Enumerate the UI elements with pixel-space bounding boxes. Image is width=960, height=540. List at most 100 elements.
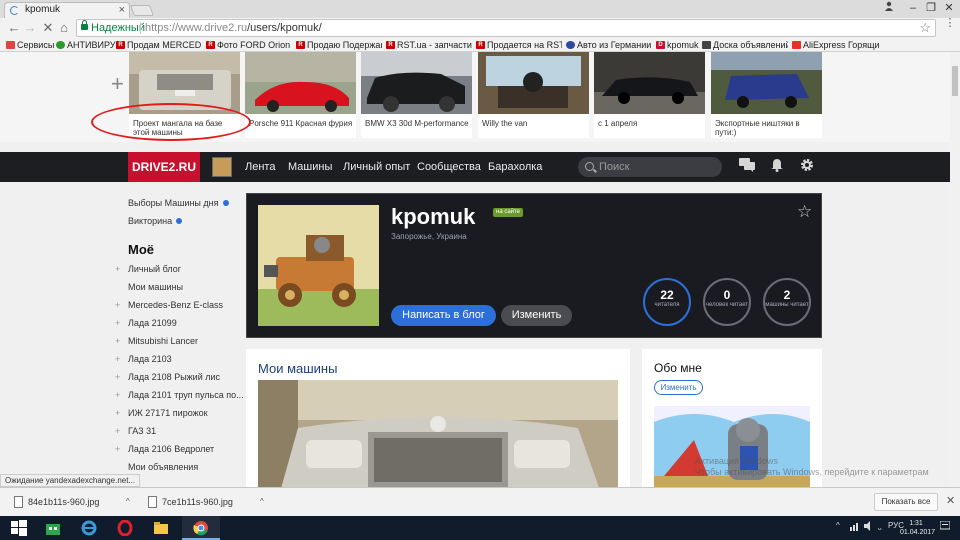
sidebar-item-blog[interactable]: Личный блог bbox=[128, 264, 181, 274]
new-tab-button[interactable] bbox=[129, 5, 155, 16]
site-logo[interactable]: DRIVE2.RU bbox=[128, 152, 200, 182]
bookmark-item[interactable]: Доска объявлений С bbox=[702, 39, 788, 51]
forward-button[interactable]: → bbox=[22, 20, 38, 36]
stat-readers[interactable]: 22 читателя bbox=[643, 278, 691, 326]
bookmark-star-icon[interactable]: ☆ bbox=[919, 20, 931, 36]
keyboard-icon[interactable]: ⎵ bbox=[878, 521, 881, 531]
plus-icon[interactable]: + bbox=[115, 300, 120, 310]
bookmark-item[interactable]: Авто из Германии, а bbox=[566, 39, 652, 51]
sidebar-item-ads[interactable]: Мои объявления bbox=[128, 462, 198, 472]
plus-icon[interactable]: + bbox=[115, 318, 120, 328]
chrome-icon[interactable] bbox=[182, 516, 220, 540]
bookmark-item[interactable]: R Продаю Подержанн bbox=[296, 39, 382, 51]
opera-icon[interactable] bbox=[106, 516, 144, 540]
sidebar-link-car-of-day[interactable]: Выборы Машины дня bbox=[128, 198, 229, 208]
file-explorer-icon[interactable] bbox=[142, 516, 180, 540]
back-button[interactable]: ← bbox=[6, 20, 22, 36]
stat-following-cars[interactable]: 2 машины читает bbox=[763, 278, 811, 326]
stat-label: человек читает bbox=[705, 302, 749, 308]
lock-icon bbox=[81, 20, 88, 30]
chevron-up-icon[interactable]: ^ bbox=[260, 494, 264, 510]
download-item[interactable]: 7ce1b11s-960.jpg ^ bbox=[138, 494, 268, 510]
plus-icon[interactable]: + bbox=[115, 390, 120, 400]
volume-icon[interactable] bbox=[864, 521, 874, 533]
profile-avatar[interactable] bbox=[258, 205, 379, 326]
sidebar-item-car[interactable]: Mercedes-Benz E-class bbox=[128, 300, 223, 310]
user-icon[interactable] bbox=[876, 0, 902, 16]
sidebar-item-car[interactable]: Mitsubishi Lancer bbox=[128, 336, 198, 346]
plus-icon[interactable]: + bbox=[115, 354, 120, 364]
add-featured-icon[interactable]: + bbox=[111, 73, 124, 95]
stat-following-people[interactable]: 0 человек читает bbox=[703, 278, 751, 326]
tray-arrow-icon[interactable]: ^ bbox=[836, 521, 840, 530]
sidebar-link-quiz[interactable]: Викторина bbox=[128, 216, 183, 226]
about-image[interactable] bbox=[654, 406, 810, 499]
plus-icon[interactable]: + bbox=[115, 336, 120, 346]
clock[interactable]: 1:31 01.04.2017 bbox=[900, 519, 935, 537]
home-button[interactable]: ⌂ bbox=[56, 20, 72, 36]
write-blog-button[interactable]: Написать в блог bbox=[391, 305, 496, 326]
sidebar-item-car[interactable]: ИЖ 27171 пирожок bbox=[128, 408, 208, 418]
edit-profile-button[interactable]: Изменить bbox=[501, 305, 572, 326]
search-placeholder: Поиск bbox=[599, 161, 630, 173]
scrollbar-thumb[interactable] bbox=[952, 66, 958, 96]
featured-thumb[interactable]: с 1 апреля bbox=[594, 52, 705, 138]
notifications-icon[interactable] bbox=[939, 520, 951, 533]
internet-explorer-icon[interactable] bbox=[70, 516, 108, 540]
stop-button[interactable]: ✕ bbox=[40, 20, 56, 36]
bookmark-item[interactable]: Сервисы bbox=[6, 39, 56, 51]
sidebar-item-car[interactable]: Лада 21099 bbox=[128, 318, 177, 328]
olx-icon bbox=[702, 41, 711, 49]
bookmark-item[interactable]: AliExpress Горящие bbox=[792, 39, 880, 51]
featured-thumb[interactable]: Экспортные ништяки в пути:) bbox=[711, 52, 822, 138]
featured-thumb[interactable]: Porsche 911 Красная фурия bbox=[245, 52, 356, 138]
about-title: Обо мне bbox=[654, 361, 702, 375]
start-button[interactable] bbox=[0, 516, 38, 540]
my-cars-title[interactable]: Мои машины bbox=[258, 361, 337, 376]
sidebar-item-car[interactable]: Лада 2106 Ведролет bbox=[128, 444, 214, 454]
about-edit-button[interactable]: Изменить bbox=[654, 380, 703, 395]
gear-icon[interactable] bbox=[799, 158, 815, 176]
address-bar[interactable]: Надежный https://www.drive2.ru/users/kpo… bbox=[76, 19, 936, 37]
sidebar-item-car[interactable]: Лада 2103 bbox=[128, 354, 172, 364]
nav-feed[interactable]: Лента bbox=[245, 152, 275, 182]
browser-tab[interactable]: kpomuk × bbox=[4, 2, 130, 18]
sidebar-item-car[interactable]: Лада 2101 труп пульса по... bbox=[128, 390, 244, 400]
plus-icon[interactable]: + bbox=[115, 426, 120, 436]
tab-close-icon[interactable]: × bbox=[119, 3, 125, 17]
page-scrollbar[interactable] bbox=[950, 52, 960, 488]
sidebar-item-my-cars[interactable]: Мои машины bbox=[128, 282, 183, 292]
follow-star-icon[interactable]: ☆ bbox=[797, 202, 812, 222]
bookmark-item[interactable]: R Продается на RST - bbox=[476, 39, 562, 51]
nav-experience[interactable]: Личный опыт bbox=[343, 152, 410, 182]
browser-menu-icon[interactable]: ⋮ bbox=[944, 18, 956, 35]
plus-icon[interactable]: + bbox=[115, 264, 120, 274]
close-window-button[interactable]: ✕ bbox=[936, 0, 960, 16]
user-avatar[interactable] bbox=[212, 157, 232, 177]
sidebar-item-car[interactable]: ГАЗ 31 bbox=[128, 426, 156, 436]
messages-icon[interactable] bbox=[739, 158, 755, 176]
store-icon[interactable] bbox=[34, 516, 72, 540]
download-item[interactable]: 84e1b11s-960.jpg ^ bbox=[4, 494, 134, 510]
nav-communities[interactable]: Сообщества bbox=[417, 152, 481, 182]
featured-thumb[interactable]: Willy the van bbox=[478, 52, 589, 138]
plus-icon[interactable]: + bbox=[115, 372, 120, 382]
search-input[interactable]: Поиск bbox=[578, 157, 722, 177]
featured-thumb[interactable]: BMW X3 30d M-performance bbox=[361, 52, 472, 138]
bell-icon[interactable] bbox=[769, 158, 785, 176]
bookmark-item[interactable]: RRST.ua - запчасти на bbox=[386, 39, 472, 51]
nav-cars[interactable]: Машины bbox=[288, 152, 332, 182]
plus-icon[interactable]: + bbox=[115, 444, 120, 454]
bookmark-item[interactable]: АНТИВИРУС bbox=[56, 39, 116, 51]
car-photo[interactable] bbox=[258, 380, 618, 499]
close-downloads-icon[interactable]: ✕ bbox=[946, 494, 955, 507]
bookmark-item[interactable]: RПродам MERCEDES bbox=[116, 39, 202, 51]
plus-icon[interactable]: + bbox=[115, 408, 120, 418]
nav-market[interactable]: Барахолка bbox=[488, 152, 542, 182]
bookmark-item[interactable]: RФото FORD Orion 19 bbox=[206, 39, 292, 51]
sidebar-item-car[interactable]: Лада 2108 Рыжий лис bbox=[128, 372, 220, 382]
chevron-up-icon[interactable]: ^ bbox=[126, 494, 130, 510]
network-icon[interactable] bbox=[850, 521, 860, 533]
show-all-downloads-button[interactable]: Показать все bbox=[874, 493, 938, 511]
bookmark-item[interactable]: Dkpomuk bbox=[656, 39, 702, 51]
